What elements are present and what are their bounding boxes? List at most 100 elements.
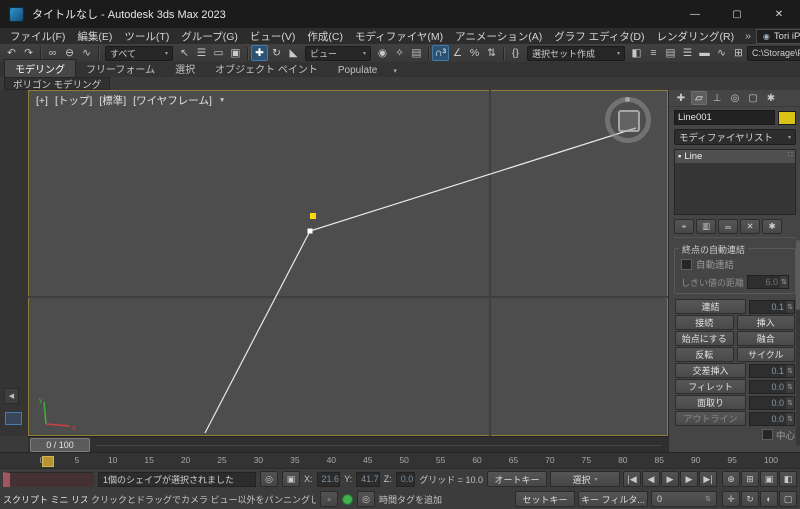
macro-recorder-strip[interactable] bbox=[3, 471, 94, 487]
utilities-tab[interactable]: ✱ bbox=[763, 91, 779, 105]
schematic-view-icon[interactable]: ⊞ bbox=[730, 45, 747, 61]
ruler-tick[interactable]: 10 bbox=[108, 455, 117, 465]
panel-scrollbar-thumb[interactable] bbox=[796, 240, 800, 310]
display-tab[interactable]: ▢ bbox=[745, 91, 761, 105]
menu-item[interactable]: グラフ エディタ(D) bbox=[548, 29, 650, 44]
ruler-tick[interactable]: 30 bbox=[254, 455, 263, 465]
menu-item[interactable]: ビュー(V) bbox=[244, 29, 302, 44]
ruler-tick[interactable]: 20 bbox=[181, 455, 190, 465]
ruler-tick[interactable]: 60 bbox=[472, 455, 481, 465]
maxscript-listener-label[interactable]: スクリプト ミニ リス bbox=[3, 493, 87, 506]
object-color-swatch[interactable] bbox=[778, 110, 796, 125]
auto-weld-checkbox[interactable] bbox=[681, 258, 692, 270]
menu-item[interactable]: ツール(T) bbox=[118, 29, 175, 44]
spline-vertex-marker[interactable] bbox=[307, 228, 313, 234]
fillet-spinner[interactable]: 0.0 bbox=[749, 379, 795, 394]
region-rect-icon[interactable]: ▭ bbox=[210, 45, 227, 61]
orbit-icon[interactable]: ↻ bbox=[741, 491, 759, 507]
ruler-tick[interactable]: 85 bbox=[655, 455, 664, 465]
tab-freeform[interactable]: フリーフォーム bbox=[76, 60, 165, 77]
fillet-button[interactable]: フィレット bbox=[675, 379, 746, 394]
edit-named-sets-icon[interactable]: {} bbox=[507, 45, 524, 61]
select-manipulate-icon[interactable]: ✧ bbox=[391, 45, 408, 61]
menu-item[interactable]: モディファイヤ(M) bbox=[349, 29, 449, 44]
time-slider-track[interactable] bbox=[96, 444, 662, 446]
adaptive-degradation-icon[interactable]: ▫ bbox=[320, 491, 338, 507]
ruler-tick[interactable]: 25 bbox=[217, 455, 226, 465]
ruler-tick[interactable]: 0 bbox=[38, 455, 46, 465]
ruler-tick[interactable]: 35 bbox=[290, 455, 299, 465]
snap-3d-icon[interactable]: ∩³ bbox=[432, 45, 449, 61]
show-end-result-icon[interactable]: ▥ bbox=[696, 219, 716, 234]
selection-filter-dropdown[interactable]: すべて bbox=[105, 45, 173, 61]
tab-populate[interactable]: Populate bbox=[328, 64, 387, 77]
add-time-tag[interactable]: 時間タグを追加 bbox=[379, 493, 442, 506]
view-cube-face[interactable] bbox=[618, 110, 640, 132]
ruler-tick[interactable]: 90 bbox=[691, 455, 700, 465]
tab-object-paint[interactable]: オブジェクト ペイント bbox=[205, 60, 328, 77]
spline-line[interactable] bbox=[204, 127, 637, 434]
maximize-viewport-icon[interactable]: ▢ bbox=[779, 491, 797, 507]
view-cube[interactable] bbox=[605, 97, 651, 143]
select-object-icon[interactable]: ↖ bbox=[176, 45, 193, 61]
ruler-tick[interactable]: 80 bbox=[618, 455, 627, 465]
pan-icon[interactable]: ✛ bbox=[722, 491, 740, 507]
cross-insert-spinner[interactable]: 0.1 bbox=[749, 363, 795, 378]
minimize-button[interactable]: — bbox=[674, 0, 716, 28]
viewport-filter-icon[interactable]: ▼ bbox=[219, 97, 225, 104]
chamfer-spinner[interactable]: 0.0 bbox=[749, 395, 795, 410]
time-slider-handle[interactable]: 0 / 100 bbox=[30, 438, 90, 452]
ruler-tick[interactable]: 45 bbox=[363, 455, 372, 465]
viewport-menu-general[interactable]: [+] bbox=[36, 95, 48, 107]
track-bar[interactable]: 0 5 10 15 20 25 30 35 40 45 50 55 60 65 70 75 80 85 90 95 10… bbox=[0, 452, 800, 469]
remove-modifier-icon[interactable]: ✕ bbox=[740, 219, 760, 234]
menu-item[interactable]: 編集(E) bbox=[71, 29, 118, 44]
menu-item[interactable]: ファイル(F) bbox=[4, 29, 71, 44]
viewport-layout-thumbnail[interactable] bbox=[5, 412, 22, 425]
chamfer-button[interactable]: 面取り bbox=[675, 395, 746, 410]
ruler-tick[interactable]: 65 bbox=[509, 455, 518, 465]
outline-spinner[interactable]: 0.0 bbox=[749, 411, 795, 426]
next-frame-button[interactable]: ▶ bbox=[680, 471, 699, 487]
mirror-icon[interactable]: ◧ bbox=[628, 45, 645, 61]
ruler-tick[interactable]: 75 bbox=[582, 455, 591, 465]
zoom-region-icon[interactable]: ◧ bbox=[779, 471, 798, 487]
play-button[interactable]: ▶ bbox=[661, 471, 680, 487]
object-name-field[interactable]: Line001 bbox=[674, 110, 775, 125]
curve-editor-icon[interactable]: ∿ bbox=[713, 45, 730, 61]
set-key-button[interactable]: セットキー bbox=[515, 491, 575, 507]
select-rotate-icon[interactable]: ↻ bbox=[268, 45, 285, 61]
menu-item[interactable]: アニメーション(A) bbox=[449, 29, 548, 44]
cross-insert-button[interactable]: 交差挿入 bbox=[675, 363, 746, 378]
ruler-tick[interactable]: 50 bbox=[399, 455, 408, 465]
selection-lock-icon[interactable]: ▣ bbox=[282, 471, 300, 487]
ribbon-toggle-icon[interactable]: ▬ bbox=[696, 45, 713, 61]
pin-stack-icon[interactable]: ⌖ bbox=[674, 219, 694, 234]
use-pivot-center-icon[interactable]: ◉ bbox=[374, 45, 391, 61]
reverse-button[interactable]: 反転 bbox=[675, 347, 734, 362]
menu-overflow-chevron[interactable]: » bbox=[740, 30, 756, 42]
spinner-snap-icon[interactable]: ⇅ bbox=[483, 45, 500, 61]
current-frame-field[interactable]: 0 bbox=[651, 491, 717, 507]
percent-snap-icon[interactable]: % bbox=[466, 45, 483, 61]
select-move-icon[interactable]: ✚ bbox=[251, 45, 268, 61]
viewport-menu-style[interactable]: [ワイヤフレーム] bbox=[133, 93, 212, 108]
tab-selection[interactable]: 選択 bbox=[165, 60, 205, 77]
bind-spacewarp-icon[interactable]: ∿ bbox=[78, 45, 95, 61]
window-crossing-icon[interactable]: ▣ bbox=[227, 45, 244, 61]
zoom-icon[interactable]: ⊕ bbox=[722, 471, 741, 487]
maximize-button[interactable]: ▢ bbox=[716, 0, 758, 28]
prev-frame-button[interactable]: ◀ bbox=[642, 471, 661, 487]
key-selection-dropdown[interactable]: 選択 bbox=[550, 471, 621, 487]
zoom-extents-icon[interactable]: ▣ bbox=[760, 471, 779, 487]
ruler-tick[interactable]: 15 bbox=[144, 455, 153, 465]
threshold-spinner[interactable]: 6.0 bbox=[747, 275, 789, 289]
select-scale-icon[interactable]: ◣ bbox=[285, 45, 302, 61]
viewport-top[interactable]: [+] [トップ] [標準] [ワイヤフレーム] ▼ x y bbox=[28, 90, 668, 436]
menu-item[interactable]: 作成(C) bbox=[301, 29, 349, 44]
center-checkbox[interactable] bbox=[761, 429, 773, 440]
ruler-tick[interactable]: 95 bbox=[727, 455, 736, 465]
configure-modifier-icon[interactable]: ✱ bbox=[762, 219, 782, 234]
connect-button[interactable]: 接続 bbox=[675, 315, 734, 330]
weld-button[interactable]: 連結 bbox=[675, 299, 746, 314]
